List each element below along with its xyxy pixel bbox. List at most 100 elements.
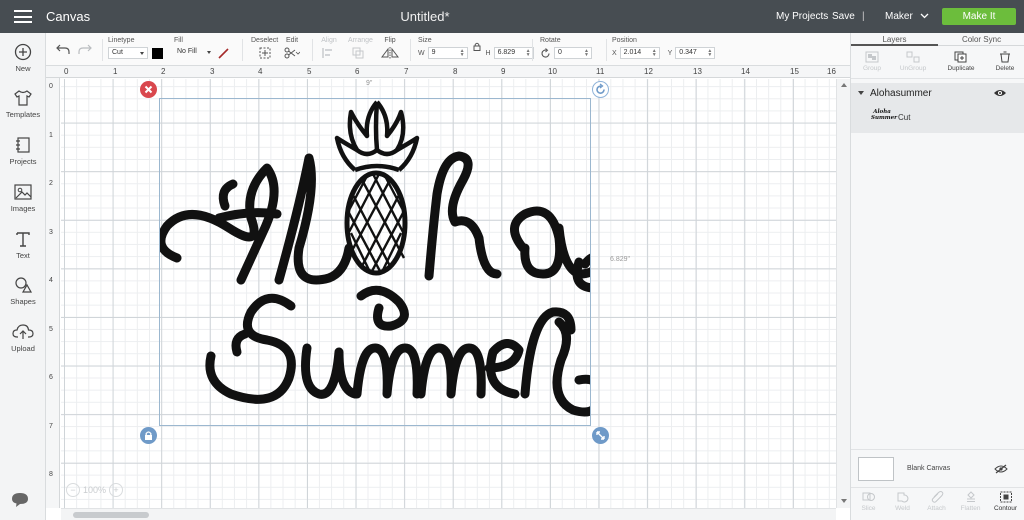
ruler-mark: 16 [827, 67, 836, 76]
group-button[interactable]: Group [854, 51, 890, 72]
tab-color-sync[interactable]: Color Sync [938, 35, 1024, 44]
size-group: Size W 9 ▲ ▼ H 6.829 ▲ ▼ [418, 37, 534, 59]
top-ruler: 0 1 2 3 4 5 6 7 8 9 10 11 12 13 14 15 16 [46, 66, 850, 78]
text-icon [16, 232, 30, 247]
width-input[interactable]: 9 ▲ ▼ [427, 47, 468, 59]
make-it-button[interactable]: Make It [942, 8, 1016, 25]
document-title[interactable]: Untitled* [0, 9, 850, 24]
design-canvas[interactable]: 0 1 2 3 4 5 6 7 8 9 10 11 12 13 14 15 16… [46, 66, 850, 520]
lock-icon [145, 431, 152, 440]
header-separator: | [862, 11, 865, 22]
lock-proportions-handle[interactable] [140, 427, 157, 444]
cloud-upload-icon [12, 324, 34, 339]
new-label: New [15, 64, 31, 73]
deselect-label: Deselect [251, 37, 279, 44]
upload-button[interactable]: Upload [0, 323, 46, 353]
edit-menu[interactable]: Edit [284, 37, 301, 61]
horizontal-scrollbar[interactable] [61, 508, 836, 520]
y-position-input[interactable]: 0.347 ▲ ▼ [675, 47, 716, 59]
machine-select[interactable]: Maker [885, 11, 929, 22]
linetype-value: Cut [112, 49, 123, 56]
images-button[interactable]: Images [0, 183, 46, 213]
save-button[interactable]: Save [832, 11, 855, 22]
new-button[interactable]: New [0, 43, 46, 73]
no-fill-swatch-icon[interactable] [218, 47, 229, 59]
flip-menu[interactable]: Flip [380, 37, 400, 61]
layer-thumbnail-line2: Summer [871, 115, 898, 121]
weld-label: Weld [895, 505, 910, 512]
delete-button[interactable]: Delete [987, 51, 1023, 72]
scroll-up-icon[interactable] [841, 83, 847, 87]
ungroup-button[interactable]: UnGroup [895, 51, 931, 72]
projects-button[interactable]: Projects [0, 136, 46, 166]
linetype-select[interactable]: Cut [108, 47, 148, 59]
image-icon [14, 184, 32, 200]
bottom-actions: Slice Weld Attach Flatten Contour [851, 487, 1024, 520]
duplicate-icon [954, 51, 967, 63]
rotate-input[interactable]: 0 ▲ ▼ [554, 47, 592, 59]
align-menu[interactable]: Align [321, 37, 337, 61]
ruler-mark: 15 [790, 67, 799, 76]
height-input[interactable]: 6.829 ▲ ▼ [493, 47, 534, 59]
ruler-mark: 8 [49, 471, 53, 478]
resize-handle[interactable] [592, 427, 609, 444]
trash-icon [1000, 51, 1010, 63]
lock-icon[interactable] [473, 42, 481, 51]
weld-button[interactable]: Weld [885, 491, 920, 512]
flatten-button[interactable]: Flatten [953, 491, 988, 512]
arrange-menu[interactable]: Arrange [348, 37, 373, 61]
contour-icon [999, 491, 1012, 503]
layer-item-name: Cut [898, 113, 911, 122]
ruler-mark: 0 [49, 83, 53, 90]
zoom-in-button[interactable]: + [109, 483, 124, 497]
flip-label: Flip [384, 37, 396, 44]
undo-icon[interactable] [56, 43, 70, 55]
y-letter: Y [667, 49, 673, 57]
images-label: Images [10, 204, 36, 213]
scroll-down-icon[interactable] [841, 499, 847, 503]
selection-bounding-box[interactable] [159, 98, 591, 426]
shapes-button[interactable]: Shapes [0, 276, 46, 306]
ungroup-label: UnGroup [899, 65, 927, 72]
rotate-icon [541, 47, 550, 58]
chat-bubble-icon[interactable] [10, 491, 30, 512]
delete-handle[interactable] [140, 81, 157, 98]
zoom-out-button[interactable]: − [66, 483, 80, 497]
fill-group: Fill No Fill [174, 37, 229, 59]
horizontal-scroll-thumb[interactable] [73, 512, 149, 518]
rotate-handle[interactable] [592, 81, 609, 98]
vertical-scrollbar[interactable] [836, 79, 850, 508]
linetype-color-swatch[interactable] [152, 47, 163, 59]
my-projects-link[interactable]: My Projects [776, 11, 828, 22]
eye-hidden-icon[interactable] [994, 464, 1008, 474]
fill-select[interactable]: No Fill [174, 47, 214, 59]
deselect-button[interactable]: Deselect [251, 37, 278, 61]
layer-actions: Group UnGroup Duplicate Delete [851, 47, 1024, 79]
zoom-control: −100% + [66, 483, 124, 501]
fill-label: Fill [174, 37, 183, 44]
tab-layers[interactable]: Layers [851, 35, 938, 46]
align-label: Align [321, 37, 337, 44]
duplicate-button[interactable]: Duplicate [943, 51, 979, 72]
ruler-mark: 11 [596, 67, 605, 76]
x-position-input[interactable]: 2.014 ▲ ▼ [619, 47, 660, 59]
group-label: Group [862, 65, 882, 72]
collapse-caret-icon[interactable] [858, 91, 864, 95]
close-icon [144, 85, 153, 94]
position-group: Position X 2.014 ▲ ▼ Y 0.347 ▲ ▼ [612, 37, 716, 59]
layer-item-cut[interactable]: Aloha Summer Cut [851, 107, 1024, 131]
text-button[interactable]: Text [0, 230, 46, 260]
ruler-mark: 13 [693, 67, 702, 76]
eye-icon[interactable] [993, 88, 1007, 98]
templates-button[interactable]: Templates [0, 89, 46, 119]
slice-button[interactable]: Slice [851, 491, 886, 512]
redo-icon[interactable] [78, 43, 92, 55]
blank-canvas-swatch[interactable] [858, 457, 894, 481]
ruler-mark: 9 [501, 67, 506, 76]
attach-button[interactable]: Attach [919, 491, 954, 512]
scissors-icon [284, 47, 301, 59]
edit-label: Edit [285, 37, 299, 44]
ruler-mark: 10 [548, 67, 557, 76]
contour-button[interactable]: Contour [988, 491, 1023, 512]
ruler-mark: 6 [355, 67, 360, 76]
